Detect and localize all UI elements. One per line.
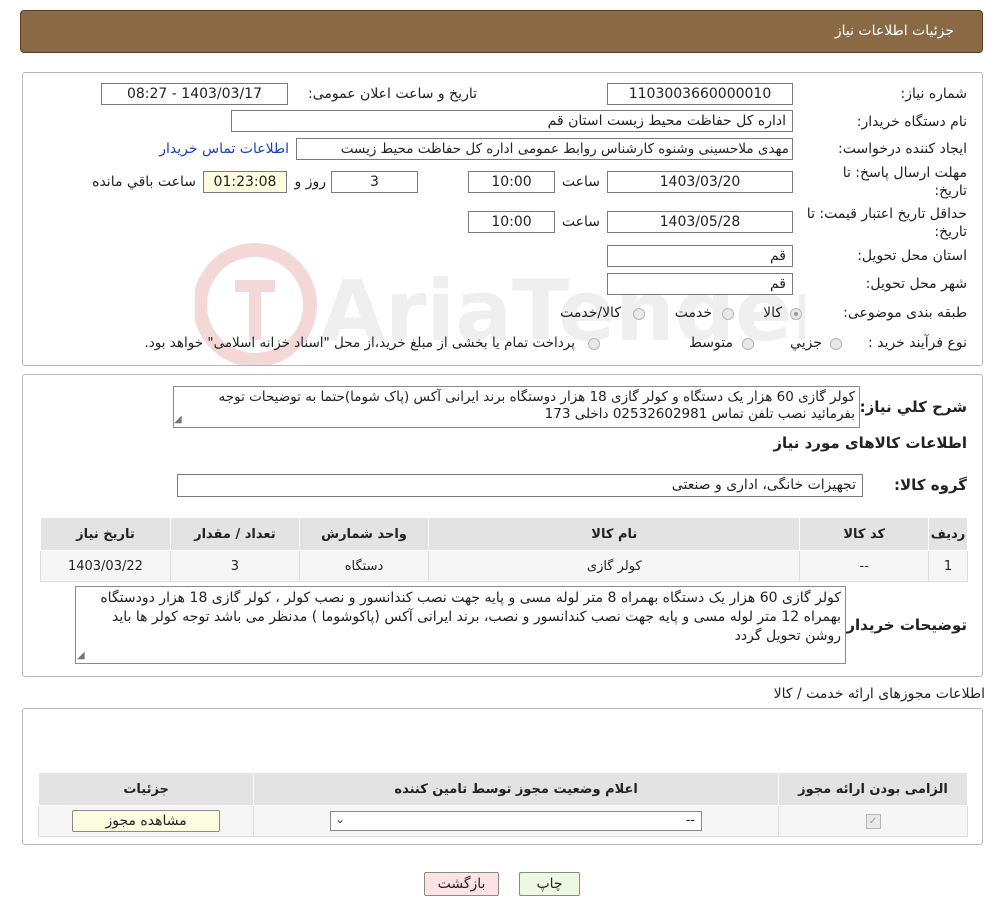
validity-time-field: 10:00 <box>468 211 555 233</box>
remaining-label: ساعت باقي مانده <box>92 174 196 190</box>
deadline-date-field: 1403/03/20 <box>607 171 793 193</box>
page-header: جزئیات اطلاعات نیاز <box>20 10 983 53</box>
buyer-notes-label: توضیحات خریدار: <box>840 616 967 634</box>
process-minor-label: جزیي <box>790 335 822 351</box>
city-field: قم <box>607 273 793 295</box>
validity-time-label: ساعت <box>561 214 600 230</box>
col-header-unit: واحد شمارش <box>298 517 430 551</box>
group-field: تجهیزات خانگی، اداری و صنعتی <box>177 474 863 497</box>
category-service-radio[interactable] <box>722 308 734 320</box>
permit-status-cell: -- ⌄ <box>253 805 780 837</box>
cell-date: 1403/03/22 <box>40 550 171 582</box>
category-service-label: خدمت <box>674 305 712 321</box>
need-number-field: 1103003660000010 <box>607 83 793 105</box>
table-row: 1 -- کولر گازی دستگاه 3 1403/03/22 <box>40 550 968 582</box>
page-title: جزئیات اطلاعات نیاز <box>834 23 954 39</box>
deadline-label: مهلت ارسال پاسخ: تا <box>842 165 967 181</box>
deadline-time-field: 10:00 <box>468 171 555 193</box>
permits-table-header: الزامی بودن ارائه مجوز اعلام وضعیت مجوز … <box>37 772 968 806</box>
buyer-notes-textarea[interactable]: کولر گازی 60 هزار یک دستگاه بهمراه 8 متر… <box>75 586 846 664</box>
payment-treasury-checkbox[interactable] <box>588 338 600 350</box>
resize-grip-icon-notes[interactable]: ◢ <box>77 650 85 661</box>
deadline-time-label: ساعت <box>561 174 600 190</box>
summary-textarea[interactable]: کولر گازی 60 هزار یک دستگاه و کولر گازی … <box>173 386 860 428</box>
permits-section-title: اطلاعات مجوزهای ارائه خدمت / کالا <box>773 686 985 702</box>
validity-label: حداقل تاریخ اعتبار قیمت: تا <box>806 206 967 222</box>
buyer-field: اداره کل حفاظت محیط زیست استان قم <box>231 110 793 132</box>
announce-field: 1403/03/17 - 08:27 <box>101 83 288 105</box>
col-header-qty: تعداد / مقدار <box>169 517 300 551</box>
creator-label: ایجاد کننده درخواست: <box>838 141 967 157</box>
summary-label: شرح كلي نياز: <box>859 398 967 416</box>
buyer-label: نام دستگاه خریدار: <box>856 114 967 130</box>
group-label: گروه کالا: <box>894 476 967 494</box>
payment-note: پرداخت تمام یا بخشی از مبلغ خرید،از محل … <box>144 335 575 351</box>
days-field: 3 <box>331 171 418 193</box>
category-goods-radio[interactable] <box>790 308 802 320</box>
category-both-radio[interactable] <box>633 308 645 320</box>
col-header-date: تاریخ نیاز <box>40 517 171 551</box>
goods-table: ردیف کد کالا نام کالا واحد شمارش تعداد /… <box>40 517 968 582</box>
validity-date-field: 1403/05/28 <box>607 211 793 233</box>
remaining-time-field: 01:23:08 <box>203 171 287 193</box>
process-minor-radio[interactable] <box>830 338 842 350</box>
goods-section-title: اطلاعات کالاهای مورد نیاز <box>773 434 967 452</box>
permit-col-details: جزئیات <box>37 772 255 806</box>
days-label: روز و <box>294 174 327 190</box>
permit-required-checkbox[interactable]: ✓ <box>865 813 881 829</box>
col-header-name: نام کالا <box>428 517 801 551</box>
table-row: ✓ -- ⌄ مشاهده مجوز <box>37 805 968 837</box>
permit-status-value: -- <box>685 813 696 828</box>
process-medium-radio[interactable] <box>742 338 754 350</box>
resize-grip-icon[interactable]: ◢ <box>174 414 182 425</box>
buyer-contact-link[interactable]: اطلاعات تماس خریدار <box>159 141 289 157</box>
print-button[interactable]: چاپ <box>519 872 580 896</box>
category-label: طبقه بندی موضوعی: <box>843 305 967 321</box>
deadline-label-date: تاریخ: <box>934 183 967 199</box>
need-number-label: شماره نیاز: <box>900 86 968 102</box>
process-medium-label: متوسط <box>689 335 733 351</box>
permit-status-select[interactable]: -- ⌄ <box>330 811 703 831</box>
cell-unit: دستگاه <box>298 550 430 582</box>
cell-name: کولر گازی <box>428 550 801 582</box>
announce-label: تاریخ و ساعت اعلان عمومی: <box>308 86 477 102</box>
cell-row: 1 <box>928 550 968 582</box>
permit-required-cell: ✓ <box>778 805 968 837</box>
permit-details-cell: مشاهده مجوز <box>37 805 255 837</box>
permit-col-status: اعلام وضعیت مجوز توسط تامین کننده <box>253 772 780 806</box>
validity-label-date: تاریخ: <box>934 224 967 240</box>
category-both-label: کالا/خدمت <box>560 305 621 321</box>
view-permit-button[interactable]: مشاهده مجوز <box>72 810 221 832</box>
col-header-row: ردیف <box>928 517 968 551</box>
category-goods-label: کالا <box>763 305 782 321</box>
permits-table: الزامی بودن ارائه مجوز اعلام وضعیت مجوز … <box>37 772 968 837</box>
province-label: استان محل تحویل: <box>857 248 967 264</box>
col-header-code: کد کالا <box>799 517 930 551</box>
cell-code: -- <box>799 550 930 582</box>
creator-field: مهدی ملاحسینی وشنوه کارشناس روابط عمومی … <box>296 138 793 160</box>
goods-table-header: ردیف کد کالا نام کالا واحد شمارش تعداد /… <box>40 517 968 551</box>
province-field: قم <box>607 245 793 267</box>
back-button[interactable]: بازگشت <box>424 872 499 896</box>
process-label: نوع فرآیند خرید : <box>868 335 967 351</box>
cell-qty: 3 <box>169 550 300 582</box>
summary-text: کولر گازی 60 هزار یک دستگاه و کولر گازی … <box>218 389 855 422</box>
buyer-notes-text: کولر گازی 60 هزار یک دستگاه بهمراه 8 متر… <box>100 590 841 644</box>
city-label: شهر محل تحویل: <box>865 276 967 292</box>
permit-col-required: الزامی بودن ارائه مجوز <box>778 772 968 806</box>
chevron-down-icon: ⌄ <box>335 812 346 826</box>
